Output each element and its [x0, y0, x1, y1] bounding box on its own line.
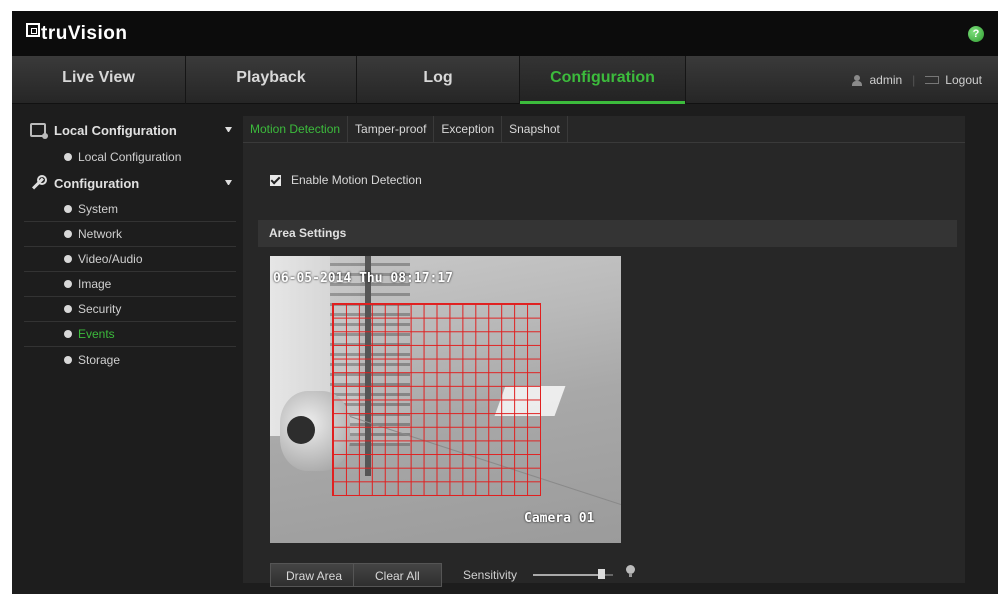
tab-exception[interactable]: Exception — [434, 116, 503, 143]
user-icon — [852, 74, 863, 86]
scene-dome-lens — [287, 416, 315, 444]
camera-name-label: Camera 01 — [524, 511, 595, 526]
sidebar-item-label: Security — [78, 302, 122, 316]
wrench-icon — [30, 175, 47, 190]
sidebar: Local Configuration Local Configuration … — [24, 116, 244, 372]
logo-text: truVision — [41, 23, 128, 44]
sensitivity-slider[interactable] — [533, 569, 613, 579]
sidebar-item-network[interactable]: Network — [24, 222, 236, 247]
sidebar-group-label: Local Configuration — [54, 122, 177, 138]
username: admin — [869, 73, 903, 87]
sidebar-item-storage[interactable]: Storage — [24, 347, 236, 372]
bullet-icon — [64, 230, 72, 238]
logout-icon[interactable] — [925, 76, 940, 84]
enable-motion-detection-row: Enable Motion Detection — [270, 173, 422, 187]
sensitivity-label: Sensitivity — [463, 568, 518, 582]
area-settings-header: Area Settings — [258, 220, 957, 247]
help-icon[interactable]: ? — [968, 26, 984, 42]
sidebar-item-image[interactable]: Image — [24, 272, 236, 297]
user-area: admin | Logout — [852, 56, 982, 104]
sidebar-item-label: Storage — [78, 352, 121, 367]
tab-configuration[interactable]: Configuration — [520, 56, 686, 104]
bullet-icon — [64, 280, 72, 288]
chevron-down-icon[interactable] — [225, 127, 232, 132]
sidebar-item-events[interactable]: Events — [24, 322, 236, 347]
computer-settings-icon — [30, 123, 48, 139]
enable-motion-detection-checkbox[interactable] — [270, 174, 281, 186]
logout-link[interactable]: Logout — [945, 58, 982, 102]
tab-live-view[interactable]: Live View — [12, 56, 186, 104]
sidebar-item-video-audio[interactable]: Video/Audio — [24, 247, 236, 272]
lightbulb-icon — [626, 565, 635, 577]
bullet-icon — [64, 205, 72, 213]
top-bar: truVision ? — [12, 11, 998, 56]
bullet-icon — [64, 152, 72, 161]
bullet-icon — [64, 330, 72, 338]
tab-snapshot[interactable]: Snapshot — [502, 116, 568, 143]
sidebar-group-configuration[interactable]: Configuration — [24, 169, 244, 197]
sidebar-item-system[interactable]: System — [24, 197, 236, 222]
logo-mark-icon — [26, 23, 40, 37]
sidebar-item-local-configuration[interactable]: Local Configuration — [24, 144, 236, 169]
motion-detection-grid[interactable] — [332, 303, 541, 496]
draw-area-button[interactable]: Draw Area — [270, 563, 359, 587]
sensitivity-slider-thumb[interactable] — [598, 569, 605, 579]
sensitivity-slider-fill — [533, 574, 601, 576]
subtab-bar: Motion Detection Tamper-proof Exception … — [243, 116, 965, 143]
sidebar-item-label: Video/Audio — [78, 252, 143, 266]
main-nav: Live View Playback Log Configuration adm… — [12, 56, 998, 104]
tab-log[interactable]: Log — [357, 56, 520, 104]
content-panel: Motion Detection Tamper-proof Exception … — [243, 116, 965, 587]
sidebar-item-label: Image — [78, 277, 112, 291]
sidebar-group-local-configuration[interactable]: Local Configuration — [24, 116, 244, 144]
sidebar-item-label: Network — [78, 227, 123, 241]
chevron-down-icon[interactable] — [225, 180, 232, 185]
sidebar-item-security[interactable]: Security — [24, 297, 236, 322]
bullet-icon — [64, 305, 72, 313]
user-separator: | — [912, 73, 916, 87]
bullet-icon — [64, 255, 72, 263]
sidebar-group-label: Configuration — [54, 175, 140, 191]
sidebar-item-label: Events — [78, 327, 115, 341]
camera-timestamp: 06-05-2014 Thu 08:17:17 — [273, 271, 454, 286]
camera-preview[interactable]: 06-05-2014 Thu 08:17:17 Camera 01 — [270, 256, 621, 543]
tab-playback[interactable]: Playback — [186, 56, 357, 104]
sidebar-item-label: Local Configuration — [78, 149, 182, 164]
bullet-icon — [64, 355, 72, 364]
tab-motion-detection[interactable]: Motion Detection — [243, 116, 349, 143]
clear-all-button[interactable]: Clear All — [353, 563, 442, 587]
enable-motion-detection-label: Enable Motion Detection — [291, 173, 422, 187]
tab-tamper-proof[interactable]: Tamper-proof — [348, 116, 435, 143]
truvision-logo: truVision — [26, 23, 128, 45]
sidebar-item-label: System — [78, 202, 119, 216]
